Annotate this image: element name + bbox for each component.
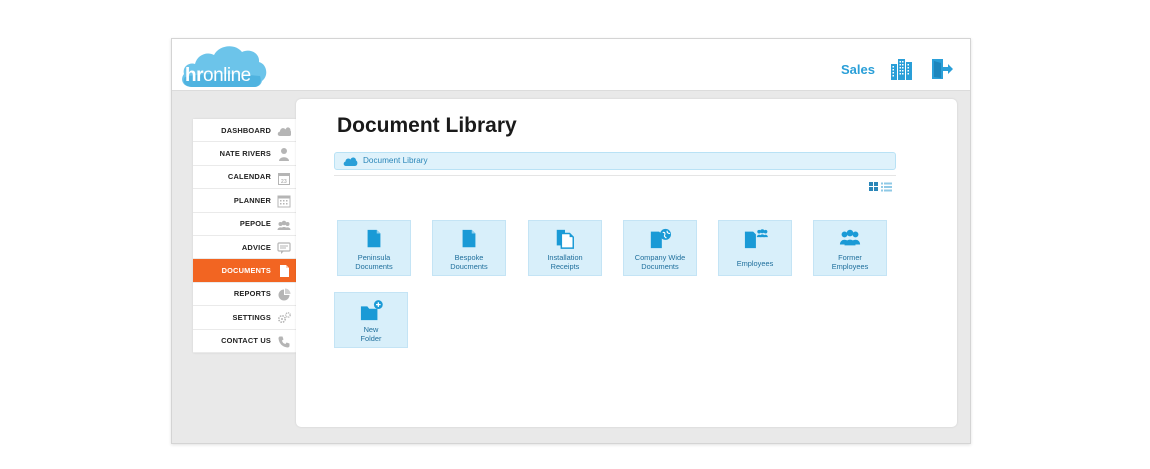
folder-add-icon <box>360 300 383 321</box>
tile-peninsula-documents[interactable]: Peninsula Documents <box>337 220 411 276</box>
people-icon <box>277 220 291 230</box>
document-icon <box>462 229 476 248</box>
chat-icon <box>277 242 291 254</box>
tile-label: Company Wide Documents <box>634 253 686 271</box>
people-icon <box>839 229 861 246</box>
breadcrumb: Document Library <box>334 152 896 170</box>
calendar-icon: 23 <box>278 172 290 185</box>
pie-chart-icon <box>278 288 291 301</box>
sidebar-item-documents[interactable]: DOCUMENTS <box>193 259 296 283</box>
tile-label: New Folder <box>360 325 382 343</box>
sidebar-item-label: PEPOLE <box>239 219 271 229</box>
gears-icon <box>277 312 291 324</box>
divider <box>334 175 896 176</box>
tile-label: Former Employees <box>831 253 869 271</box>
sidebar-item-label: CALENDAR <box>227 172 271 182</box>
svg-text:23: 23 <box>281 179 287 185</box>
tile-company-wide-documents[interactable]: Company Wide Documents <box>623 220 697 276</box>
sidebar-item-label: DOCUMENTS <box>221 266 271 276</box>
documents-stack-icon <box>556 229 574 249</box>
document-people-icon <box>744 229 768 249</box>
sidebar-item-planner[interactable]: PLANNER <box>193 189 296 213</box>
sidebar-item-dashboard[interactable]: DASHBOARD <box>193 119 296 143</box>
view-toggle[interactable] <box>868 181 894 193</box>
sidebar-item-label: ADVICE <box>241 242 271 252</box>
tile-new-folder[interactable]: New Folder <box>334 292 408 348</box>
sidebar-item-contact-us[interactable]: CONTACT US <box>193 330 296 353</box>
logo-text: hronline <box>185 65 251 86</box>
sidebar-item-label: REPORTS <box>233 289 271 299</box>
sidebar-item-calendar[interactable]: CALENDAR 23 <box>193 166 296 190</box>
sidebar-item-advice[interactable]: ADVICE <box>193 236 296 260</box>
planner-icon <box>277 195 291 208</box>
tile-label: Bespoke Doucments <box>450 253 488 271</box>
tile-label: Peninsula Documents <box>355 253 393 271</box>
tile-installation-receipts[interactable]: Installation Receipts <box>528 220 602 276</box>
sidebar-item-label: DASHBOARD <box>221 125 271 135</box>
sidebar-item-settings[interactable]: SETTINGS <box>193 306 296 330</box>
sidebar-item-pepole[interactable]: PEPOLE <box>193 213 296 236</box>
tile-label: Employees <box>736 259 774 268</box>
sidebar-nav: DASHBOARD NATE RIVERS CALENDAR 23 PLANNER PEP… <box>193 119 296 353</box>
sidebar-item-label: PLANNER <box>233 195 271 205</box>
phone-icon <box>278 336 290 348</box>
person-icon <box>279 148 289 162</box>
sidebar-item-label: SETTINGS <box>232 312 271 322</box>
logo[interactable]: hronline <box>180 43 268 89</box>
page-title: Document Library <box>337 114 517 137</box>
tile-former-employees[interactable]: Former Employees <box>813 220 887 276</box>
cloud-icon <box>277 127 291 136</box>
tile-bespoke-doucments[interactable]: Bespoke Doucments <box>432 220 506 276</box>
cloud-icon <box>343 157 358 166</box>
tile-employees[interactable]: Employees <box>718 220 792 276</box>
document-globe-icon <box>650 228 671 249</box>
building-icon[interactable] <box>889 57 913 81</box>
tile-label: Installation Receipts <box>547 253 583 271</box>
grid-view-icon <box>869 182 878 191</box>
sidebar-item-label: CONTACT US <box>221 336 271 346</box>
sidebar-item-nate-rivers[interactable]: NATE RIVERS <box>193 142 296 166</box>
sidebar-item-reports[interactable]: REPORTS <box>193 283 296 307</box>
document-icon <box>367 229 381 248</box>
sidebar-item-label: NATE RIVERS <box>219 149 271 159</box>
app-window: hronline Sales DASHBOARD NATE RIVERS CALEN… <box>171 38 971 444</box>
sales-link[interactable]: Sales <box>841 62 875 77</box>
main-panel: Document Library Document Library Penins… <box>296 99 957 427</box>
header: hronline Sales <box>172 39 970 91</box>
logout-icon[interactable] <box>930 57 954 81</box>
breadcrumb-link[interactable]: Document Library <box>363 156 428 165</box>
list-view-icon <box>881 182 892 192</box>
document-icon <box>280 265 289 278</box>
